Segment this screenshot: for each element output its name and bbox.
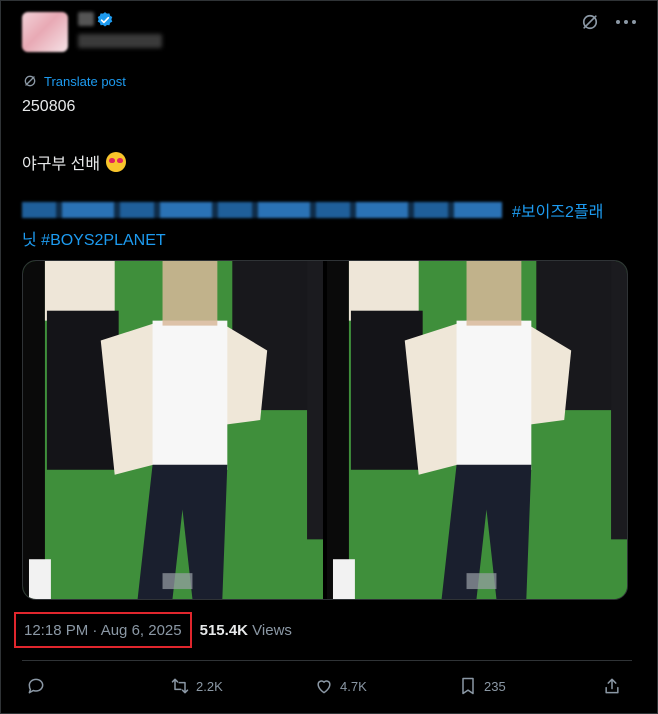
grok-icon[interactable] xyxy=(580,12,600,32)
post-text-line: 야구부 선배 xyxy=(22,150,127,174)
hashtags-redacted[interactable] xyxy=(22,202,502,218)
share-icon xyxy=(605,678,619,694)
translate-icon xyxy=(24,75,36,87)
bookmark-button[interactable]: 235 xyxy=(458,672,506,700)
translate-post-link[interactable]: Translate post xyxy=(22,72,126,90)
post-text-date: 250806 xyxy=(22,98,76,115)
like-button[interactable]: 4.7K xyxy=(314,672,367,700)
action-bar: 2.2K 4.7K 235 xyxy=(22,672,632,700)
hashtag-link[interactable]: 닛 #BOYS2PLANET xyxy=(22,226,166,250)
bookmark-count: 235 xyxy=(484,678,506,694)
hashtag-link[interactable]: #보이즈2플래 xyxy=(512,198,603,222)
hashtags-row: #보이즈2플래 xyxy=(22,198,632,222)
verified-badge-icon xyxy=(97,12,113,27)
views-label: Views xyxy=(252,621,292,639)
post-text-caption: 야구부 선배 xyxy=(22,156,101,173)
post-meta: 12:18 PM · Aug 6, 2025 515.4K Views xyxy=(14,612,292,648)
repost-count: 2.2K xyxy=(196,678,223,694)
reply-icon xyxy=(28,678,44,694)
bookmark-icon xyxy=(462,677,474,695)
heart-icon xyxy=(317,680,331,694)
share-button[interactable] xyxy=(602,672,622,700)
timestamp[interactable]: 12:18 PM · Aug 6, 2025 xyxy=(24,622,182,639)
timestamp-highlight-box: 12:18 PM · Aug 6, 2025 xyxy=(14,612,192,648)
avatar[interactable] xyxy=(22,12,68,52)
photo-right[interactable] xyxy=(327,261,627,599)
translate-post-label: Translate post xyxy=(44,73,126,89)
views-count[interactable]: 515.4K Views xyxy=(200,622,292,639)
photo-right-image xyxy=(327,261,627,599)
like-count: 4.7K xyxy=(340,678,367,694)
media-grid xyxy=(22,260,628,600)
repost-button[interactable]: 2.2K xyxy=(170,672,223,700)
photo-left-image xyxy=(23,261,323,599)
photo-left[interactable] xyxy=(23,261,323,599)
views-number: 515.4K xyxy=(199,621,248,639)
divider xyxy=(22,660,632,661)
handle-redacted[interactable] xyxy=(78,34,162,48)
heart-eyes-cat-emoji-icon xyxy=(106,152,127,172)
reply-button[interactable] xyxy=(26,672,46,700)
display-name-redacted[interactable] xyxy=(78,12,94,26)
repost-icon xyxy=(171,678,189,694)
more-options-icon[interactable] xyxy=(616,20,636,26)
